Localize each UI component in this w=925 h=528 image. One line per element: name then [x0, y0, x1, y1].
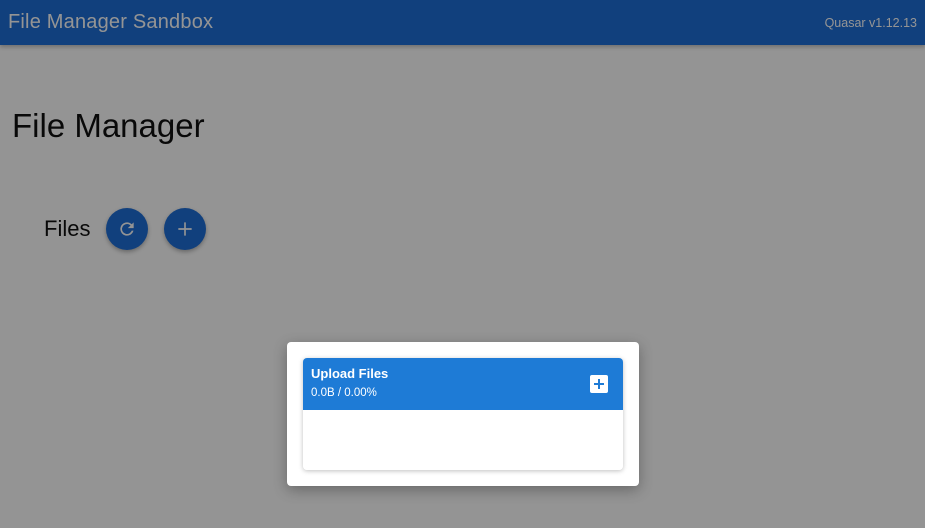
uploader-status: 0.0B / 0.00%: [311, 387, 377, 399]
uploader-title: Upload Files: [311, 366, 389, 381]
uploader-add-button[interactable]: [589, 374, 609, 394]
upload-dialog: Upload Files 0.0B / 0.00%: [287, 342, 639, 486]
uploader-file-list[interactable]: [303, 410, 623, 470]
add-box-icon: [590, 375, 608, 393]
file-uploader: Upload Files 0.0B / 0.00%: [303, 358, 623, 470]
uploader-header: Upload Files 0.0B / 0.00%: [303, 358, 623, 410]
